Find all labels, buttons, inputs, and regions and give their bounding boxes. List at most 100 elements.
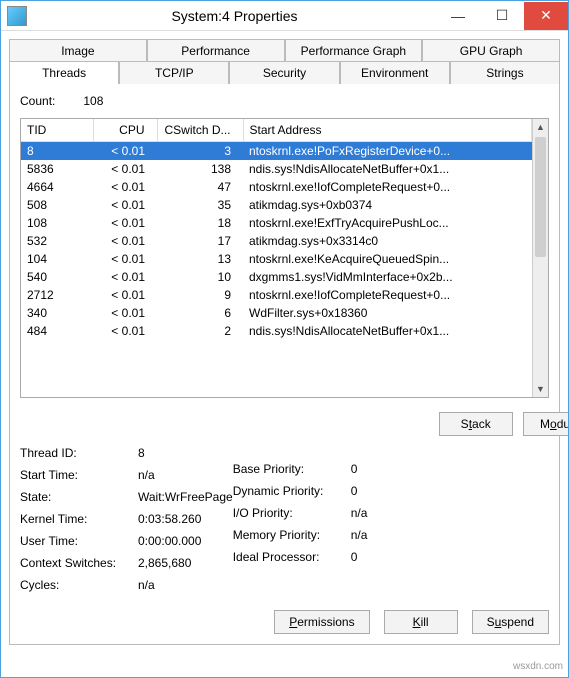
detail-row: Start Time:n/a [20, 464, 233, 486]
titlebar[interactable]: System:4 Properties — ☐ ✕ [1, 1, 568, 31]
permissions-button[interactable]: Permissions [274, 610, 369, 634]
cell-start: WdFilter.sys+0x18360 [243, 304, 532, 322]
table-scrollbar[interactable]: ▲ ▼ [532, 119, 548, 397]
table-row[interactable]: 104< 0.0113ntoskrnl.exe!KeAcquireQueuedS… [21, 250, 532, 268]
cell-start: ntoskrnl.exe!PoFxRegisterDevice+0... [243, 142, 532, 161]
cell-start: ndis.sys!NdisAllocateNetBuffer+0x1... [243, 322, 532, 340]
cell-start: ntoskrnl.exe!IofCompleteRequest+0... [243, 286, 532, 304]
close-button[interactable]: ✕ [524, 2, 568, 30]
table-row[interactable]: 508< 0.0135atikmdag.sys+0xb0374 [21, 196, 532, 214]
cell-cswitch: 6 [157, 304, 243, 322]
detail-value: n/a [138, 468, 155, 482]
cell-cpu: < 0.01 [93, 232, 157, 250]
module-button[interactable]: Module [523, 412, 569, 436]
col-header-tid[interactable]: TID [21, 119, 93, 142]
cell-cswitch: 18 [157, 214, 243, 232]
tab-performance[interactable]: Performance [147, 39, 285, 62]
table-row[interactable]: 340< 0.016WdFilter.sys+0x18360 [21, 304, 532, 322]
tab-tcpip[interactable]: TCP/IP [119, 61, 229, 84]
table-header-row[interactable]: TID CPU CSwitch D... Start Address [21, 119, 532, 142]
detail-row: Ideal Processor:0 [233, 546, 433, 568]
detail-row [233, 450, 433, 458]
cell-cswitch: 13 [157, 250, 243, 268]
col-header-start[interactable]: Start Address [243, 119, 532, 142]
detail-label: Context Switches: [20, 556, 138, 570]
thread-detail-buttons: Stack Module [439, 412, 569, 596]
cell-cpu: < 0.01 [93, 142, 157, 161]
threads-table-container: TID CPU CSwitch D... Start Address 8< 0.… [20, 118, 549, 398]
detail-label: Dynamic Priority: [233, 484, 351, 498]
detail-row: Memory Priority:n/a [233, 524, 433, 546]
detail-value: 0:03:58.260 [138, 512, 201, 526]
cell-start: ntoskrnl.exe!IofCompleteRequest+0... [243, 178, 532, 196]
scroll-down-icon[interactable]: ▼ [533, 381, 548, 397]
detail-row: User Time:0:00:00.000 [20, 530, 233, 552]
cell-start: atikmdag.sys+0xb0374 [243, 196, 532, 214]
detail-row: Context Switches:2,865,680 [20, 552, 233, 574]
tab-strings[interactable]: Strings [450, 61, 560, 84]
tab-security[interactable]: Security [229, 61, 339, 84]
cell-cpu: < 0.01 [93, 322, 157, 340]
detail-label: Ideal Processor: [233, 550, 351, 564]
detail-label: Thread ID: [20, 446, 138, 460]
watermark: wsxdn.com [513, 661, 563, 672]
detail-label: State: [20, 490, 138, 504]
detail-label: Start Time: [20, 468, 138, 482]
detail-row: Kernel Time:0:03:58.260 [20, 508, 233, 530]
threads-table[interactable]: TID CPU CSwitch D... Start Address 8< 0.… [21, 119, 532, 340]
table-row[interactable]: 4664< 0.0147ntoskrnl.exe!IofCompleteRequ… [21, 178, 532, 196]
cell-tid: 532 [21, 232, 93, 250]
tab-performance-graph[interactable]: Performance Graph [285, 39, 423, 62]
table-row[interactable]: 8< 0.013ntoskrnl.exe!PoFxRegisterDevice+… [21, 142, 532, 161]
tab-row-2: Threads TCP/IP Security Environment Stri… [9, 61, 560, 84]
content-area: Image Performance Performance Graph GPU … [1, 31, 568, 649]
detail-label: I/O Priority: [233, 506, 351, 520]
cell-tid: 5836 [21, 160, 93, 178]
cell-cswitch: 3 [157, 142, 243, 161]
cell-cswitch: 10 [157, 268, 243, 286]
cell-cpu: < 0.01 [93, 196, 157, 214]
properties-window: System:4 Properties — ☐ ✕ Image Performa… [0, 0, 569, 678]
cell-cpu: < 0.01 [93, 250, 157, 268]
cell-cswitch: 9 [157, 286, 243, 304]
cell-cswitch: 17 [157, 232, 243, 250]
tab-row-1: Image Performance Performance Graph GPU … [9, 39, 560, 62]
tab-gpu-graph[interactable]: GPU Graph [422, 39, 560, 62]
cell-cpu: < 0.01 [93, 178, 157, 196]
tab-image[interactable]: Image [9, 39, 147, 62]
maximize-button[interactable]: ☐ [480, 2, 524, 30]
detail-label: Memory Priority: [233, 528, 351, 542]
table-row[interactable]: 540< 0.0110dxgmms1.sys!VidMmInterface+0x… [21, 268, 532, 286]
cell-start: ndis.sys!NdisAllocateNetBuffer+0x1... [243, 160, 532, 178]
tab-threads[interactable]: Threads [9, 61, 119, 84]
table-row[interactable]: 5836< 0.01138ndis.sys!NdisAllocateNetBuf… [21, 160, 532, 178]
detail-row: I/O Priority:n/a [233, 502, 433, 524]
cell-tid: 484 [21, 322, 93, 340]
table-row[interactable]: 2712< 0.019ntoskrnl.exe!IofCompleteReque… [21, 286, 532, 304]
cell-cswitch: 35 [157, 196, 243, 214]
minimize-button[interactable]: — [436, 2, 480, 30]
scroll-up-icon[interactable]: ▲ [533, 119, 548, 135]
bottom-button-row: Permissions Kill Suspend [20, 610, 549, 634]
table-row[interactable]: 532< 0.0117atikmdag.sys+0x3314c0 [21, 232, 532, 250]
thread-detail-left: x Thread ID:8Start Time:n/aState:Wait:Wr… [20, 412, 433, 596]
table-row[interactable]: 484< 0.012ndis.sys!NdisAllocateNetBuffer… [21, 322, 532, 340]
col-header-cpu[interactable]: CPU [93, 119, 157, 142]
detail-value: 8 [138, 446, 145, 460]
cell-cswitch: 2 [157, 322, 243, 340]
detail-value: n/a [138, 578, 155, 592]
table-row[interactable]: 108< 0.0118ntoskrnl.exe!ExfTryAcquirePus… [21, 214, 532, 232]
cell-tid: 104 [21, 250, 93, 268]
detail-row: Base Priority:0 [233, 458, 433, 480]
detail-value: Wait:WrFreePage [138, 490, 233, 504]
cell-tid: 540 [21, 268, 93, 286]
detail-label: Kernel Time: [20, 512, 138, 526]
col-header-cswitch[interactable]: CSwitch D... [157, 119, 243, 142]
cell-tid: 340 [21, 304, 93, 322]
tab-environment[interactable]: Environment [340, 61, 450, 84]
cell-start: ntoskrnl.exe!ExfTryAcquirePushLoc... [243, 214, 532, 232]
stack-button[interactable]: Stack [439, 412, 513, 436]
scroll-thumb[interactable] [535, 137, 546, 257]
kill-button[interactable]: Kill [384, 610, 458, 634]
suspend-button[interactable]: Suspend [472, 610, 549, 634]
